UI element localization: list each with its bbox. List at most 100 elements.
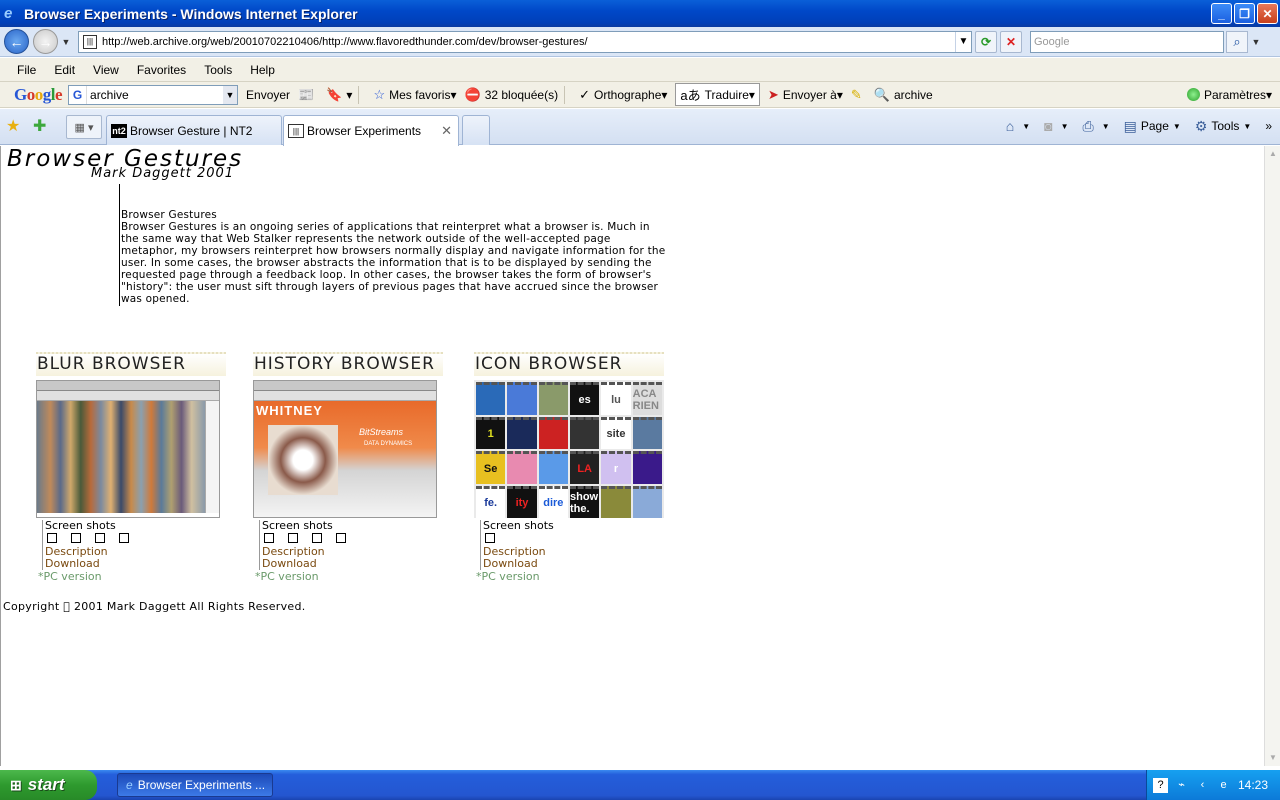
archive-label: archive [893, 87, 933, 102]
tab-browser-experiments[interactable]: ||| Browser Experiments ✕ [283, 115, 459, 146]
stop-button[interactable]: ✕ [1000, 30, 1022, 53]
menu-view[interactable]: View [84, 63, 128, 77]
screenshot-link-2[interactable] [71, 533, 81, 543]
translate-button[interactable]: aあ Traduire ▾ [675, 83, 760, 106]
taskbar-item-browser[interactable]: e Browser Experiments ... [117, 773, 273, 797]
address-bar[interactable]: ||| http://web.archive.org/web/200107022… [78, 30, 972, 53]
spellcheck-button[interactable]: ✓ Orthographe ▾ [579, 87, 667, 103]
translate-icon: aあ [680, 88, 701, 103]
favorites-label: Mes favoris [389, 87, 451, 102]
tab-label: Browser Experiments [307, 124, 422, 138]
menu-tools[interactable]: Tools [195, 63, 241, 77]
screenshot-link-3[interactable] [312, 533, 322, 543]
forward-button[interactable]: → [33, 29, 58, 54]
screenshot-link-1[interactable] [485, 533, 495, 543]
screenshot-link-2[interactable] [288, 533, 298, 543]
thumb-titlebar [37, 381, 219, 391]
back-button[interactable]: ← [4, 29, 29, 54]
send-to-button[interactable]: ➤ Envoyer à ▾ [768, 87, 843, 103]
google-search-value[interactable]: archive [87, 88, 223, 102]
google-search-dropdown-icon[interactable]: ▼ [223, 85, 238, 104]
download-link[interactable]: Download [483, 558, 664, 570]
tools-menu-button[interactable]: ⚙ Tools ▼ [1195, 118, 1252, 135]
google-search-input[interactable]: G archive ▼ [68, 84, 239, 105]
settings-button[interactable]: Paramètres ▾ [1186, 88, 1272, 102]
help-icon[interactable]: ? [1153, 777, 1168, 793]
page-subtitle: Mark Daggett 2001 [91, 166, 235, 181]
icon-tile: dire [538, 485, 568, 518]
icon-tile: lu [601, 382, 631, 415]
minimize-button[interactable]: _ [1211, 3, 1232, 24]
menu-bar: File Edit View Favorites Tools Help [0, 58, 1280, 82]
search-icon[interactable]: ⌕ [1226, 30, 1248, 53]
bookmark-button[interactable]: 🔖 ▾ [326, 87, 352, 103]
feeds-button[interactable]: ◙ ▼ [1044, 118, 1068, 134]
menu-edit[interactable]: Edit [45, 63, 84, 77]
add-favorite-icon[interactable]: ✚ [33, 116, 46, 136]
vertical-scrollbar[interactable]: ▲ ▼ [1264, 146, 1280, 766]
download-link[interactable]: Download [262, 558, 443, 570]
pc-version-note: *PC version [38, 570, 102, 583]
history-dropdown-icon[interactable]: ▼ [60, 37, 72, 47]
news-button[interactable]: 📰 [298, 87, 318, 103]
page-menu-button[interactable]: ▤ Page ▼ [1124, 118, 1181, 135]
blur-browser-thumbnail[interactable] [36, 380, 220, 518]
close-window-button[interactable]: ✕ [1257, 3, 1278, 24]
scroll-down-icon[interactable]: ▼ [1265, 750, 1280, 766]
screenshot-link-4[interactable] [119, 533, 129, 543]
thumb-toolbar [37, 391, 219, 401]
maximize-button[interactable]: ❐ [1234, 3, 1255, 24]
screenshot-link-1[interactable] [264, 533, 274, 543]
network-icon[interactable]: ⌁ [1174, 778, 1189, 793]
spellcheck-icon: ✓ [579, 86, 590, 102]
screenshot-link-1[interactable] [47, 533, 57, 543]
bitstreams-text: BitStreams [359, 427, 404, 437]
toolbar-divider [358, 85, 360, 104]
icon-tile: es [570, 382, 600, 415]
send-to-label: Envoyer à [782, 87, 837, 102]
address-dropdown-icon[interactable]: ▼ [955, 31, 971, 52]
menu-help[interactable]: Help [241, 63, 284, 77]
refresh-button[interactable]: ⟳ [975, 30, 997, 53]
new-tab-button[interactable] [462, 115, 490, 145]
favorites-button[interactable]: ☆ Mes favoris ▾ [373, 87, 456, 103]
search-input[interactable]: Google [1030, 30, 1224, 53]
print-button[interactable]: ⎙ ▼ [1083, 118, 1110, 135]
url-text[interactable]: http://web.archive.org/web/2001070221040… [102, 36, 955, 48]
ie-taskbar-icon: e [126, 778, 133, 792]
history-browser-thumbnail[interactable]: WHITNEY BitStreams DATA DYNAMICS [253, 380, 437, 518]
home-button[interactable]: ⌂ ▼ [1006, 118, 1030, 134]
menu-favorites[interactable]: Favorites [128, 63, 195, 77]
favorites-center-icon[interactable]: ★ [6, 116, 20, 136]
home-icon: ⌂ [1005, 118, 1015, 134]
chevron-more-icon[interactable]: » [1265, 119, 1272, 133]
icon-tile [507, 416, 537, 449]
icon-browser-thumbnail[interactable]: es lu ACA RIEN 1 site Se LA r fe. ity dire show the… [474, 380, 664, 518]
icon-tile [538, 382, 568, 415]
star-outline-icon: ☆ [373, 86, 386, 102]
ie-tray-icon[interactable]: e [1216, 778, 1231, 793]
icon-tile [632, 451, 662, 484]
scroll-up-icon[interactable]: ▲ [1265, 146, 1280, 162]
screenshot-link-4[interactable] [336, 533, 346, 543]
google-send-button[interactable]: Envoyer [246, 88, 290, 102]
archive-search-button[interactable]: 🔍 archive [874, 87, 933, 103]
search-options-icon[interactable]: ▼ [1250, 37, 1262, 47]
tray-arrow-icon[interactable]: ‹ [1195, 778, 1210, 793]
tab-browser-gesture-nt2[interactable]: nt2 Browser Gesture | NT2 [106, 115, 282, 145]
start-button[interactable]: ⊞ start [0, 770, 97, 800]
icon-tile: ACA RIEN [632, 382, 662, 415]
quick-tabs-button[interactable]: ▦ ▾ [66, 115, 102, 139]
close-tab-icon[interactable]: ✕ [441, 123, 452, 139]
menu-file[interactable]: File [8, 63, 45, 77]
blur-browser-section: BLUR BROWSER Screen shots Description Do… [36, 352, 226, 583]
printer-icon: ⎙ [1082, 117, 1094, 134]
download-link[interactable]: Download [45, 558, 226, 570]
screenshot-link-3[interactable] [95, 533, 105, 543]
ie-logo-icon: e [4, 4, 13, 22]
thumb-titlebar [254, 381, 436, 391]
tab-label: Browser Gesture | NT2 [130, 123, 253, 138]
toolbar-divider [564, 85, 566, 104]
popup-blocker-button[interactable]: ⛔ 32 bloquée(s) [465, 87, 559, 103]
highlight-button[interactable]: ✎ [851, 87, 866, 103]
